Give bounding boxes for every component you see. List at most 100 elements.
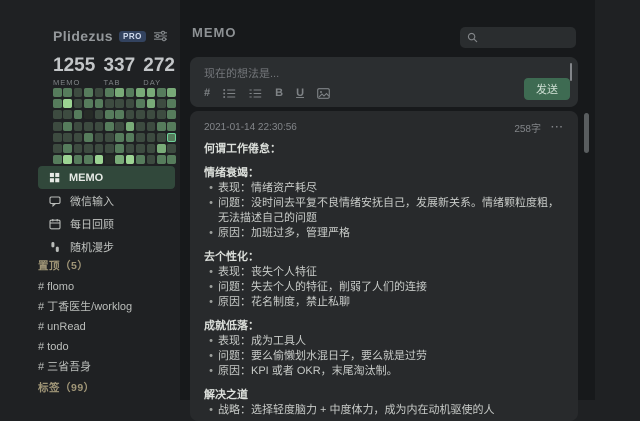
heatmap-cell [147,155,156,164]
memo-title: 何谓工作倦怠： [204,142,564,157]
heatmap-cell [74,155,83,164]
memo-content: 何谓工作倦怠： 情绪衰竭：•表现：情绪资产耗尽•问题：没时间去平复不良情绪安抚自… [204,142,564,418]
heatmap-cell [95,144,104,153]
heatmap-cell [157,133,166,142]
heatmap-cell [105,122,114,131]
bullet-list-icon[interactable] [223,88,236,99]
heatmap-cell [105,88,114,97]
more-menu-icon[interactable]: ··· [551,122,564,133]
search-input[interactable] [483,31,567,44]
pinned-tag[interactable]: # 丁香医生/worklog [38,297,175,317]
bullet-item: •表现：丧失个人特征 [204,265,564,280]
heatmap-cell [167,133,176,142]
heatmap-cell [167,99,176,108]
heatmap-cell [126,122,135,131]
search-box[interactable] [460,27,576,48]
heatmap-cell [136,88,145,97]
heatmap-cell [63,88,72,97]
bullet-dot: • [204,280,218,295]
bullet-dot: • [204,295,218,310]
pinned-tag[interactable]: # flomo [38,277,175,297]
memo-composer[interactable]: 现在的想法是... # B U 发送 [190,57,578,107]
bullet-item: •问题：失去个人的特征，削弱了人们的连接 [204,280,564,295]
underline-icon[interactable]: U [296,88,304,99]
stat-day: 272DAY [143,56,175,87]
sidebar-item-walk[interactable]: 随机漫步 [38,235,175,258]
bullet-dot: • [204,265,218,280]
calendar-icon [49,218,61,230]
memo-section: 去个性化：•表现：丧失个人特征•问题：失去个人的特征，削弱了人们的连接•原因：花… [204,250,564,310]
bullet-item: •问题：没时间去平复不良情绪安抚自己，发展新关系。情绪颗粒度粗，无法描述自己的问… [204,196,564,226]
logo-row: Plidezus PRO [53,28,168,44]
bullet-text: 表现：成为工具人 [218,334,564,349]
heatmap-cell [167,122,176,131]
memo-section: 成就低落：•表现：成为工具人•问题：要么偷懒划水混日子，要么就是过劳•原因：KP… [204,319,564,379]
bold-icon[interactable]: B [275,88,283,99]
send-button[interactable]: 发送 [524,78,570,100]
heatmap-cell [136,110,145,119]
heatmap-cell [95,99,104,108]
heatmap-cell [84,88,93,97]
sidebar-item-calendar[interactable]: 每日回顾 [38,212,175,235]
sidebar-menu: MEMO微信输入每日回顾随机漫步 [38,166,175,258]
ordered-list-icon[interactable] [249,88,262,99]
vertical-scrollbar[interactable] [584,113,589,153]
section-heading: 成就低落： [204,319,564,334]
bullet-text: 表现：丧失个人特征 [218,265,564,280]
main-panel: MEMO 现在的想法是... #BU 发送 2021-01-14 22:30:5… [180,0,595,400]
bullet-text: 原因：加班过多，管理严格 [218,226,564,241]
heatmap-cell [105,155,114,164]
bullet-text: 原因：花名制度，禁止私聊 [218,295,564,310]
section-heading: 情绪衰竭： [204,166,564,181]
walk-icon [49,241,61,253]
heatmap-cell [126,110,135,119]
heatmap-cell [53,155,62,164]
bullet-item: •表现：成为工具人 [204,334,564,349]
heatmap-cell [115,88,124,97]
composer-placeholder[interactable]: 现在的想法是... [204,65,279,81]
heatmap-cell [136,144,145,153]
heatmap-cell [126,144,135,153]
heatmap-cell [147,122,156,131]
bullet-dot: • [204,403,218,418]
stat-label: TAB [103,78,135,87]
image-icon[interactable] [317,88,330,99]
heatmap-cell [53,122,62,131]
heatmap-cell [95,133,104,142]
bullet-text: 问题：失去个人的特征，削弱了人们的连接 [218,280,564,295]
sidebar: Plidezus PRO 1255MEMO337TAB272DAY MEMO微信… [0,0,180,400]
pinned-tag[interactable]: # 三省吾身 [38,357,175,377]
stat-value: 1255 [53,56,95,76]
pinned-tag[interactable]: # todo [38,337,175,357]
heatmap-cell [84,144,93,153]
heatmap-cell [115,155,124,164]
memo-section: 解决之道•战略：选择轻度脑力 + 中度体力，成为内在动机驱使的人 [204,388,564,418]
sidebar-item-grid[interactable]: MEMO [38,166,175,189]
bullet-dot: • [204,226,218,241]
bullet-dot: • [204,349,218,364]
pinned-tag[interactable]: # unRead [38,317,175,337]
heatmap-cell [105,133,114,142]
heatmap-cell [157,122,166,131]
pinned-tags-list: # flomo# 丁香医生/worklog# unRead# todo# 三省吾… [38,277,175,377]
settings-sliders-icon[interactable] [153,30,168,42]
heatmap-cell [136,122,145,131]
heatmap-cell [136,99,145,108]
pinned-header: 置顶（5） [38,258,88,273]
stat-value: 337 [103,56,135,76]
heatmap-cell [84,99,93,108]
composer-scrollbar [570,63,572,81]
page-title: MEMO [192,25,236,40]
heatmap-cell [84,155,93,164]
hash-icon[interactable]: # [204,88,210,99]
memo-sections: 情绪衰竭：•表现：情绪资产耗尽•问题：没时间去平复不良情绪安抚自己，发展新关系。… [204,166,564,418]
stat-label: MEMO [53,78,95,87]
sidebar-item-chat[interactable]: 微信输入 [38,189,175,212]
heatmap-cell [115,122,124,131]
bullet-item: •表现：情绪资产耗尽 [204,181,564,196]
stat-tab: 337 TAB [103,56,135,87]
heatmap-cell [147,133,156,142]
heatmap-cell [136,133,145,142]
stat-memo: 1255 MEMO [53,56,95,87]
heatmap-cell [84,133,93,142]
